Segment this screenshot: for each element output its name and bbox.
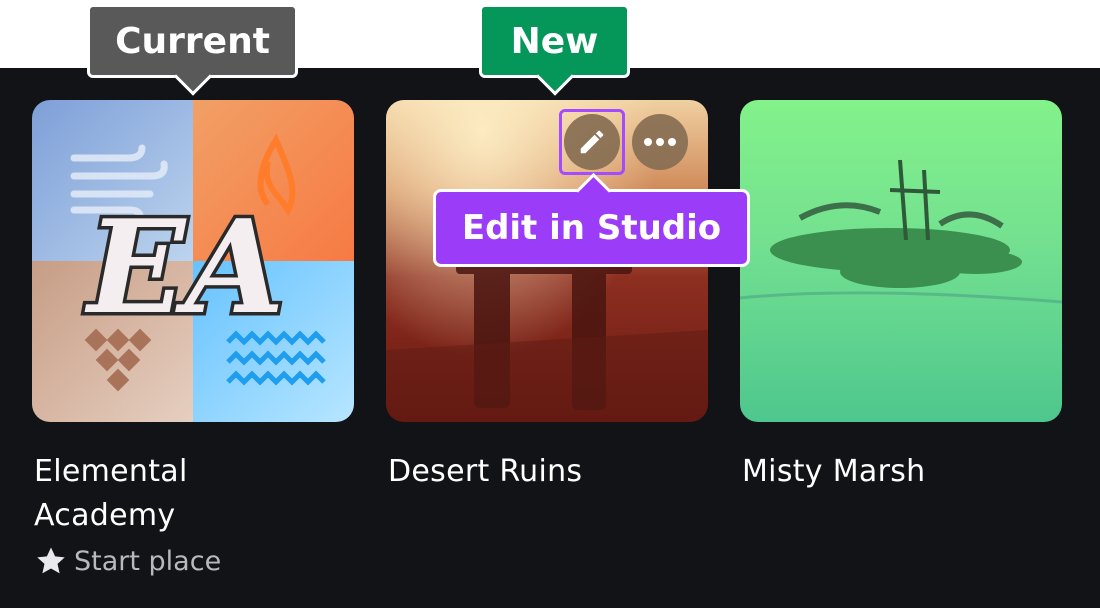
place-card-elemental-academy[interactable]: EA Elemental Academy Start place: [32, 100, 354, 578]
tooltip-label: Edit in Studio: [461, 208, 722, 248]
elemental-symbols: EA: [70, 133, 326, 392]
more-options-button[interactable]: [632, 114, 688, 170]
start-place-label: Start place: [74, 545, 222, 577]
new-callout: New: [479, 4, 630, 78]
svg-text:EA: EA: [85, 193, 285, 343]
pencil-icon: [580, 130, 604, 154]
start-place-badge: Start place: [32, 544, 354, 578]
place-card-desert-ruins[interactable]: Desert Ruins: [386, 100, 708, 494]
star-icon: [37, 547, 65, 574]
place-name[interactable]: Misty Marsh: [740, 450, 1062, 494]
current-callout: Current: [87, 4, 298, 78]
place-name[interactable]: Desert Ruins: [386, 450, 708, 494]
new-callout-label: New: [510, 20, 599, 62]
more-horizontal-icon: [644, 138, 676, 146]
marsh-scene: [740, 159, 1062, 304]
edit-button[interactable]: [559, 109, 625, 175]
place-name[interactable]: Elemental Academy: [32, 450, 354, 538]
place-card-misty-marsh[interactable]: Misty Marsh: [740, 100, 1062, 494]
current-callout-label: Current: [115, 20, 270, 62]
place-thumbnail[interactable]: EA: [32, 100, 354, 422]
edit-in-studio-tooltip: Edit in Studio: [433, 189, 750, 267]
place-thumbnail[interactable]: [740, 100, 1062, 422]
